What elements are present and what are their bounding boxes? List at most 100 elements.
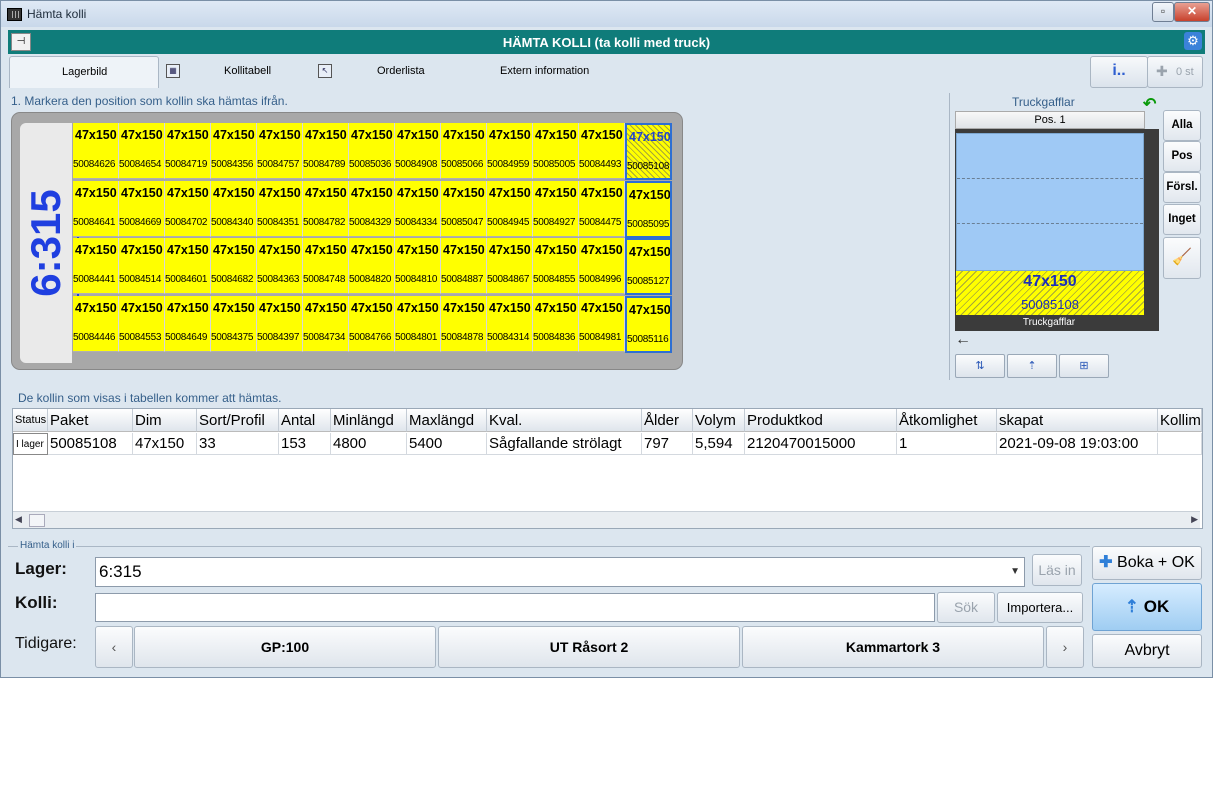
table-cell[interactable]: 5,594 (693, 433, 745, 455)
swap-button[interactable]: ⇅ (955, 354, 1005, 378)
storage-cell[interactable]: 47x150 50084801 (395, 295, 441, 352)
column-header[interactable]: Kollim (1158, 409, 1202, 432)
table-cell[interactable]: 2021-09-08 19:03:00 (997, 433, 1158, 455)
column-header[interactable]: Ålder (642, 409, 693, 432)
storage-cell[interactable]: 47x150 50084649 (165, 295, 211, 352)
table-cell[interactable] (1158, 433, 1202, 455)
storage-cell[interactable]: 47x150 50084446 (73, 295, 119, 352)
move-button[interactable]: ⊞ (1059, 354, 1109, 378)
importera-button[interactable]: Importera... (997, 592, 1083, 623)
column-header[interactable]: skapat (997, 409, 1158, 432)
column-header[interactable]: Sort/Profil (197, 409, 279, 432)
storage-cell[interactable]: 47x150 50084981 (579, 295, 625, 352)
history-next-button[interactable]: › (1046, 626, 1084, 668)
storage-cell[interactable]: 47x150 50085066 (441, 123, 487, 179)
storage-cell[interactable]: 47x150 50084340 (211, 180, 257, 237)
count-button[interactable]: ✚ 0 st (1147, 56, 1203, 88)
scroll-left-icon[interactable]: ◀ (15, 514, 22, 525)
storage-cell[interactable]: 47x150 50084810 (395, 238, 441, 294)
storage-cell[interactable]: 47x150 50084867 (487, 238, 533, 294)
storage-cell[interactable]: 47x150 50084757 (257, 123, 303, 179)
storage-cell[interactable]: 47x150 50084397 (257, 295, 303, 352)
chevron-down-icon[interactable]: ▼ (1010, 558, 1020, 586)
horizontal-scrollbar[interactable]: ◀ ▶ (13, 511, 1200, 528)
scroll-thumb[interactable] (29, 514, 45, 527)
column-header[interactable]: Volym (693, 409, 745, 432)
storage-cell[interactable]: 47x150 50085005 (533, 123, 579, 179)
storage-cell[interactable]: 47x150 50084475 (579, 180, 625, 237)
storage-cell[interactable]: 47x150 50084836 (533, 295, 579, 352)
storage-cell[interactable]: 47x150 50084748 (303, 238, 349, 294)
tab-extern-information[interactable]: Extern information (465, 56, 625, 87)
close-button[interactable]: ✕ (1174, 2, 1210, 22)
tab-lagerbild[interactable]: Lagerbild (9, 56, 159, 88)
lift-button[interactable]: ⇡ (1007, 354, 1057, 378)
las-in-button[interactable]: Läs in (1032, 554, 1082, 586)
storage-cell[interactable]: 47x150 50084959 (487, 123, 533, 179)
table-cell[interactable]: 5400 (407, 433, 487, 455)
storage-cell[interactable]: 47x150 50085047 (441, 180, 487, 237)
storage-cell[interactable]: 47x150 50084766 (349, 295, 395, 352)
storage-cell[interactable]: 47x150 50084702 (165, 180, 211, 237)
history-prev-button[interactable]: ‹ (95, 626, 133, 668)
column-header[interactable]: Produktkod (745, 409, 897, 432)
storage-cell[interactable]: 47x150 50084855 (533, 238, 579, 294)
storage-cell[interactable]: 47x150 50085127 (625, 238, 672, 295)
inget-button[interactable]: Inget (1163, 204, 1201, 235)
storage-cell[interactable]: 47x150 50084878 (441, 295, 487, 352)
storage-cell[interactable]: 47x150 50084719 (165, 123, 211, 179)
table-cell[interactable]: Sågfallande strölagt (487, 433, 642, 455)
column-header[interactable]: Dim (133, 409, 197, 432)
table-cell[interactable]: 4800 (331, 433, 407, 455)
storage-cell[interactable]: 47x150 50084682 (211, 238, 257, 294)
storage-cell[interactable]: 47x150 50084789 (303, 123, 349, 179)
boka-ok-button[interactable]: ✚ Boka + OK (1092, 546, 1202, 580)
column-header[interactable]: Maxlängd (407, 409, 487, 432)
storage-cell[interactable]: 47x150 50084351 (257, 180, 303, 237)
column-header[interactable]: Antal (279, 409, 331, 432)
table-cell[interactable]: 1 (897, 433, 997, 455)
storage-cell[interactable]: 47x150 50084363 (257, 238, 303, 294)
ok-button[interactable]: ⇡ OK (1092, 583, 1202, 631)
kolli-input[interactable] (95, 593, 935, 622)
tab-kollitabell[interactable]: ▦ Kollitabell (161, 56, 311, 87)
column-header[interactable]: Kval. (487, 409, 642, 432)
table-cell[interactable]: 797 (642, 433, 693, 455)
storage-cell[interactable]: 47x150 50084996 (579, 238, 625, 294)
arrow-left-icon[interactable]: ← (955, 331, 971, 349)
storage-cell[interactable]: 47x150 50084669 (119, 180, 165, 237)
storage-cell[interactable]: 47x150 50084927 (533, 180, 579, 237)
column-header[interactable]: Åtkomlighet (897, 409, 997, 432)
tab-orderlista[interactable]: ↖ Orderlista (313, 56, 463, 87)
history-item-kammartork-3[interactable]: Kammartork 3 (742, 626, 1044, 668)
column-header[interactable]: Status (13, 409, 48, 432)
storage-cell[interactable]: 47x150 50084734 (303, 295, 349, 352)
table-cell[interactable]: 47x150 (133, 433, 197, 455)
storage-cell[interactable]: 47x150 50084641 (73, 180, 119, 237)
alla-button[interactable]: Alla (1163, 110, 1201, 141)
storage-cell[interactable]: 47x150 50085108 (625, 123, 672, 180)
storage-cell[interactable]: 47x150 50084441 (73, 238, 119, 294)
storage-cell[interactable]: 47x150 50085116 (625, 295, 672, 353)
storage-cell[interactable]: 47x150 50084601 (165, 238, 211, 294)
broom-button[interactable]: 🧹 (1163, 237, 1201, 279)
table-cell[interactable]: 50085108 (48, 433, 133, 455)
table-cell[interactable]: I lager (13, 433, 48, 455)
table-cell[interactable]: 153 (279, 433, 331, 455)
storage-cell[interactable]: 47x150 50084493 (579, 123, 625, 179)
lager-select[interactable]: 6:315 ▼ (95, 557, 1025, 587)
info-button[interactable]: i.. (1090, 56, 1148, 88)
forsl-button[interactable]: Försl. (1163, 172, 1201, 203)
storage-cell[interactable]: 47x150 50085036 (349, 123, 395, 179)
storage-cell[interactable]: 47x150 50084887 (441, 238, 487, 294)
column-header[interactable]: Paket (48, 409, 133, 432)
undo-icon[interactable]: ↶ (1143, 94, 1156, 114)
storage-cell[interactable]: 47x150 50084654 (119, 123, 165, 179)
storage-cell[interactable]: 47x150 50084820 (349, 238, 395, 294)
scroll-right-icon[interactable]: ▶ (1191, 514, 1198, 525)
storage-cell[interactable]: 47x150 50084945 (487, 180, 533, 237)
table-cell[interactable]: 33 (197, 433, 279, 455)
column-header[interactable]: Minlängd (331, 409, 407, 432)
storage-cell[interactable]: 47x150 50084908 (395, 123, 441, 179)
storage-cell[interactable]: 47x150 50084375 (211, 295, 257, 352)
